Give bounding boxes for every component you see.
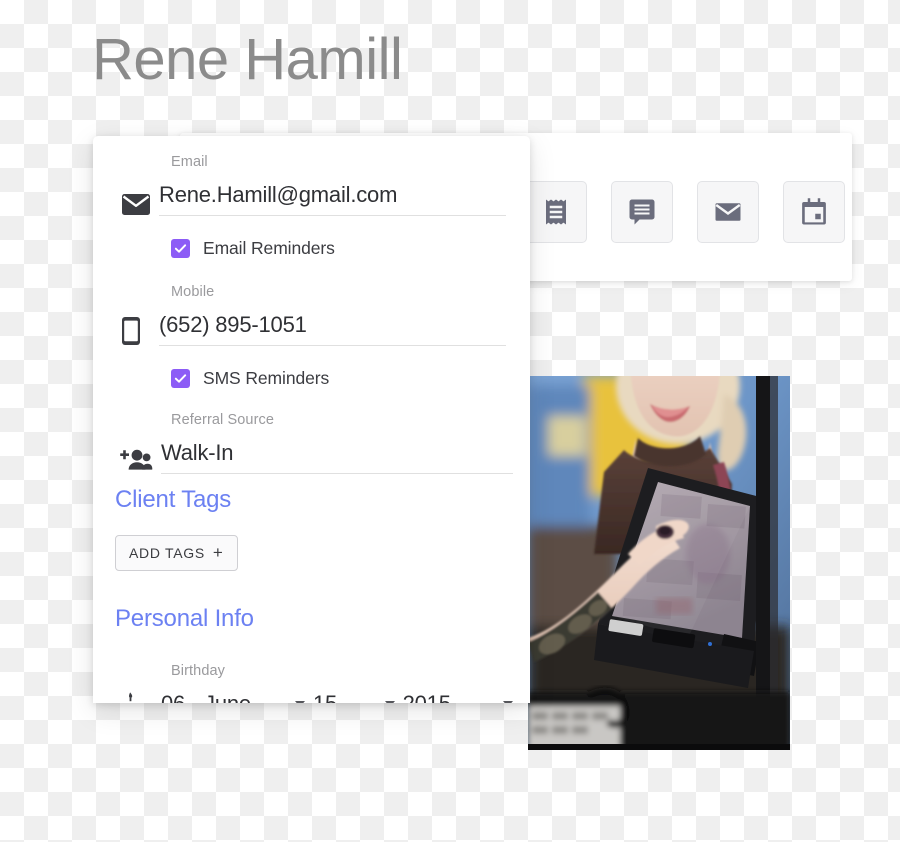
plus-icon: + [212, 543, 224, 562]
add-tags-button[interactable]: ADD TAGS + [115, 535, 238, 571]
client-tags-heading[interactable]: Client Tags [115, 486, 513, 514]
client-detail-card: Email Rene.Hamill@gmail.com Email Remind… [93, 136, 530, 703]
group-add-icon [115, 448, 161, 474]
calendar-icon [799, 197, 829, 227]
add-tags-label: ADD TAGS [129, 545, 205, 561]
email-reminders-label: Email Reminders [203, 238, 335, 258]
mobile-value: (652) 895-1051 [159, 312, 307, 337]
email-reminders-row[interactable]: Email Reminders [171, 238, 506, 259]
email-label: Email [171, 154, 208, 170]
email-value: Rene.Hamill@gmail.com [159, 182, 398, 207]
envelope-icon [121, 192, 159, 216]
birthday-year-value: 2015 [403, 691, 451, 703]
chevron-down-icon[interactable] [503, 701, 513, 703]
birthday-row: 06 - June 15 2015 [115, 691, 513, 703]
screenshot-stage: Rene Hamill Email Rene.Hamill@gmail.com … [0, 0, 900, 842]
birthday-month-select[interactable]: 06 - June [161, 691, 305, 703]
personal-info-heading[interactable]: Personal Info [115, 605, 513, 633]
store-photo [528, 376, 790, 750]
message-button[interactable] [611, 181, 673, 243]
sms-reminders-row[interactable]: SMS Reminders [171, 368, 506, 389]
email-field-block: Email Rene.Hamill@gmail.com Email Remind… [121, 154, 506, 259]
birthday-label: Birthday [171, 663, 225, 679]
referral-label: Referral Source [171, 412, 275, 428]
birthday-year-select[interactable]: 2015 [403, 691, 513, 703]
phone-icon [121, 316, 159, 346]
chevron-down-icon[interactable] [295, 701, 305, 703]
mobile-input[interactable]: (652) 895-1051 [159, 312, 506, 346]
toolbar-action-group [525, 181, 845, 243]
receipt-icon [541, 197, 571, 227]
page-title: Rene Hamill [92, 27, 403, 92]
birthday-day-value: 15 [313, 691, 337, 703]
message-icon [627, 197, 657, 227]
client-tags-block: Client Tags ADD TAGS + [115, 486, 513, 571]
email-button[interactable] [697, 181, 759, 243]
email-input[interactable]: Rene.Hamill@gmail.com [159, 182, 506, 216]
referral-source-select[interactable]: Walk-In [161, 440, 513, 474]
birthday-day-select[interactable]: 15 [313, 691, 395, 703]
chevron-down-icon[interactable] [384, 701, 395, 703]
mobile-field-block: Mobile (652) 895-1051 SMS Reminders [121, 284, 506, 389]
email-icon [713, 197, 743, 227]
calendar-button[interactable] [783, 181, 845, 243]
receipt-button[interactable] [525, 181, 587, 243]
email-reminders-checkbox[interactable] [171, 239, 190, 258]
referral-field-block: Referral Source Walk-In [115, 412, 513, 474]
personal-info-block: Personal Info Birthday [115, 605, 513, 703]
referral-value: Walk-In [161, 440, 234, 465]
mobile-label: Mobile [171, 284, 215, 300]
sms-reminders-label: SMS Reminders [203, 368, 330, 388]
birthday-month-value: 06 - June [161, 691, 251, 703]
sms-reminders-checkbox[interactable] [171, 369, 190, 388]
cake-icon [115, 692, 161, 703]
